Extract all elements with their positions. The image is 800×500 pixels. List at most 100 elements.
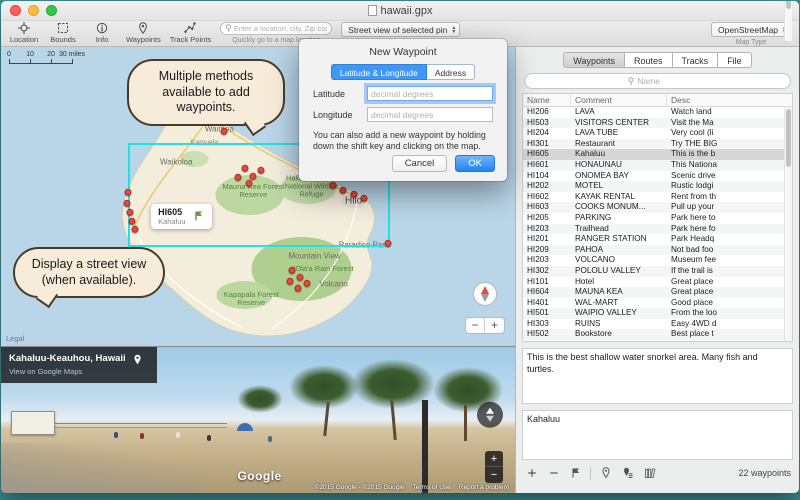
- tab-tracks[interactable]: Tracks: [673, 52, 719, 68]
- minus-icon: [548, 467, 560, 479]
- waypoint-search[interactable]: ⚲: [524, 73, 791, 89]
- display-dropdown[interactable]: Street view of selected pin ▲▼: [341, 22, 460, 37]
- ok-button[interactable]: OK: [455, 155, 495, 172]
- table-row[interactable]: HI202MOTELRustic lodgi: [523, 181, 792, 192]
- remove-waypoint-button[interactable]: [546, 466, 561, 481]
- column-header-desc[interactable]: Desc: [667, 94, 792, 106]
- pan-up-arrow[interactable]: [486, 408, 494, 414]
- table-row[interactable]: HI104ONOMEA BAYScenic drive: [523, 171, 792, 182]
- waypoint-pin[interactable]: [289, 267, 296, 274]
- waypoint-pin[interactable]: [235, 174, 242, 181]
- table-row[interactable]: HI503VISITORS CENTERVisit the Ma: [523, 118, 792, 129]
- table-scrollbar[interactable]: [784, 107, 792, 341]
- table-row[interactable]: HI203TrailheadPark here fo: [523, 224, 792, 235]
- waypoint-pin[interactable]: [124, 200, 131, 207]
- flag-button[interactable]: [568, 466, 583, 481]
- tab-file[interactable]: File: [718, 52, 752, 68]
- report-a-problem-link[interactable]: Report a problem: [459, 484, 509, 491]
- waypoint-callout[interactable]: HI605 Kahaluu: [151, 204, 212, 229]
- tab-waypoints[interactable]: Waypoints: [563, 52, 625, 68]
- show-pin-on-map-button[interactable]: [598, 466, 613, 481]
- waypoint-count-label: 22 waypoints: [738, 468, 791, 478]
- table-row[interactable]: HI301RestaurantTry THE BIG: [523, 139, 792, 150]
- latitude-field[interactable]: [367, 86, 493, 101]
- waypoint-pin[interactable]: [329, 182, 336, 189]
- table-row[interactable]: HI401WAL-MARTGood place: [523, 298, 792, 309]
- waypoint-pin[interactable]: [296, 274, 303, 281]
- table-row[interactable]: HI204LAVA TUBEVery cool (li: [523, 128, 792, 139]
- map-location-search[interactable]: ⚲: [220, 22, 332, 35]
- waypoint-pin[interactable]: [257, 167, 264, 174]
- waypoint-name-editor[interactable]: Kahaluu: [522, 410, 793, 460]
- waypoints-button[interactable]: Waypoints: [126, 22, 161, 44]
- location-button[interactable]: Location: [9, 22, 39, 44]
- table-row[interactable]: HI206LAVAWatch land: [523, 107, 792, 118]
- person: [140, 433, 144, 439]
- terms-of-use-link[interactable]: Terms of Use: [412, 484, 450, 491]
- longitude-field[interactable]: [367, 107, 493, 122]
- map-type-dropdown[interactable]: OpenStreetMap ▲▼: [711, 22, 791, 37]
- waypoint-pin[interactable]: [360, 195, 367, 202]
- waypoint-pin[interactable]: [241, 165, 248, 172]
- pin-style-button[interactable]: [620, 466, 635, 481]
- segment-lat-lon[interactable]: Latitude & Longitude: [331, 64, 427, 80]
- compass-3d-control[interactable]: [473, 282, 497, 306]
- waypoint-search-input[interactable]: [637, 76, 687, 86]
- map-zoom-control: − +: [465, 317, 505, 334]
- waypoint-desc-editor[interactable]: This is the best shallow water snorkel a…: [522, 348, 793, 404]
- waypoint-pin[interactable]: [384, 240, 391, 247]
- table-row[interactable]: HI205PARKINGPark here to: [523, 213, 792, 224]
- table-row[interactable]: HI501WAIPIO VALLEYFrom the loo: [523, 308, 792, 319]
- table-row[interactable]: HI604MAUNA KEAGreat place: [523, 287, 792, 298]
- waypoint-pin[interactable]: [303, 280, 310, 287]
- street-view-title: Kahaluu-Keauhou, Hawaii: [9, 353, 126, 364]
- table-row[interactable]: HI605KahaluuThis is the b: [523, 149, 792, 160]
- column-header-name[interactable]: Name: [523, 94, 571, 106]
- street-view-compass[interactable]: [477, 402, 503, 428]
- table-row[interactable]: HI209PAHOANot bad foo: [523, 245, 792, 256]
- map-location-search-input[interactable]: [234, 24, 327, 33]
- add-waypoint-button[interactable]: [524, 466, 539, 481]
- view-on-google-maps-link[interactable]: View on Google Maps: [9, 367, 126, 376]
- segment-address[interactable]: Address: [427, 64, 475, 80]
- table-row[interactable]: HI302POLOLU VALLEYIf the trail is: [523, 266, 792, 277]
- legal-link[interactable]: Legal: [6, 334, 24, 343]
- waypoint-pin[interactable]: [245, 180, 252, 187]
- waypoint-pin[interactable]: [339, 187, 346, 194]
- table-row[interactable]: HI602KAYAK RENTALRent from th: [523, 192, 792, 203]
- table-row[interactable]: HI502BookstoreBest place t: [523, 329, 792, 340]
- tab-routes[interactable]: Routes: [625, 52, 673, 68]
- map-zoom-in-button[interactable]: +: [485, 318, 504, 333]
- street-view-zoom-in-button[interactable]: +: [485, 451, 503, 467]
- waypoint-pin[interactable]: [125, 189, 132, 196]
- library-button[interactable]: [642, 466, 657, 481]
- waypoint-pin[interactable]: [129, 218, 136, 225]
- waypoint-pin[interactable]: [250, 173, 257, 180]
- cancel-button[interactable]: Cancel: [392, 155, 448, 172]
- name-scrollbar[interactable]: [784, 1, 792, 41]
- table-row[interactable]: HI303RUINSEasy 4WD d: [523, 319, 792, 330]
- street-view-panel[interactable]: Kahaluu-Keauhou, Hawaii View on Google M…: [1, 346, 515, 493]
- track-points-button[interactable]: Track Points: [170, 22, 211, 44]
- bounds-button[interactable]: Bounds: [48, 22, 78, 44]
- waypoint-pin[interactable]: [294, 285, 301, 292]
- map-zoom-out-button[interactable]: −: [466, 318, 485, 333]
- waypoint-pin[interactable]: [350, 191, 357, 198]
- waypoint-pin[interactable]: [287, 278, 294, 285]
- waypoint-pin[interactable]: [220, 128, 227, 135]
- table-row[interactable]: HI101HotelGreat place: [523, 277, 792, 288]
- table-row[interactable]: HI201RANGER STATIONPark Headq: [523, 234, 792, 245]
- scrollbar-thumb[interactable]: [786, 109, 791, 167]
- column-header-comment[interactable]: Comment: [571, 94, 667, 106]
- waypoint-pin[interactable]: [126, 209, 133, 216]
- pan-down-arrow[interactable]: [486, 416, 494, 422]
- beach-sign: [11, 411, 55, 435]
- waypoint-pin[interactable]: [132, 226, 139, 233]
- table-row[interactable]: HI603COOKS MONUM...Pull up your: [523, 202, 792, 213]
- google-logo[interactable]: Google: [237, 469, 281, 483]
- street-view-zoom-out-button[interactable]: −: [485, 467, 503, 483]
- table-row[interactable]: HI203VOLCANOMuseum fee: [523, 255, 792, 266]
- search-icon: ⚲: [225, 24, 232, 33]
- info-button[interactable]: Info: [87, 22, 117, 44]
- table-row[interactable]: HI601HONAUNAUThis Nationa: [523, 160, 792, 171]
